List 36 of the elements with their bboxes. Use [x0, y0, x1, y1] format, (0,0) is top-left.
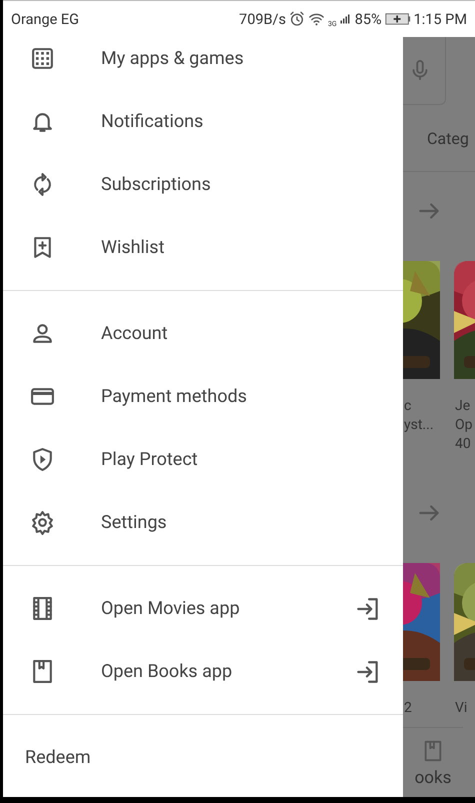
app-title: Vi [455, 699, 468, 718]
drawer-item[interactable]: Wishlist [3, 216, 403, 279]
app-title: Je [455, 397, 470, 416]
drawer-item[interactable]: Open Books app [3, 640, 403, 703]
drawer-item[interactable]: Subscriptions [3, 153, 403, 216]
alarm-icon [289, 11, 305, 27]
grid-icon [30, 46, 55, 71]
app-title: 40 [455, 435, 471, 454]
app-title: c [404, 397, 412, 416]
clock-time: 1:15 PM [414, 10, 467, 28]
shield-play-icon [30, 447, 55, 472]
drawer-item[interactable]: Notifications [3, 90, 403, 153]
wifi-icon [308, 11, 325, 27]
app-title: yst... [404, 416, 434, 435]
drawer-item[interactable]: My apps & games [3, 37, 403, 90]
person-icon [30, 321, 55, 346]
drawer-item[interactable]: Payment methods [3, 365, 403, 428]
battery-percent: 85% [354, 10, 382, 28]
drawer-item[interactable]: Settings [3, 491, 403, 554]
book-icon [30, 659, 55, 684]
carrier-name: Orange EG [11, 10, 80, 28]
exit-icon [355, 596, 381, 622]
drawer-item[interactable]: Play Protect [3, 428, 403, 491]
drawer-item[interactable]: Open Movies app [3, 577, 403, 640]
search-bar[interactable] [403, 37, 446, 105]
battery-icon [384, 11, 411, 27]
gear-icon [30, 510, 55, 535]
film-icon [30, 596, 55, 621]
network-speed: 709B/s [239, 10, 286, 28]
drawer-item[interactable]: Redeem [3, 726, 403, 789]
exit-icon [355, 658, 381, 684]
drawer-item[interactable]: Account [3, 302, 403, 365]
book-icon [422, 738, 444, 764]
app-title: 2 [404, 699, 412, 718]
app-title: Op [455, 416, 472, 435]
signal-icon [340, 12, 352, 26]
